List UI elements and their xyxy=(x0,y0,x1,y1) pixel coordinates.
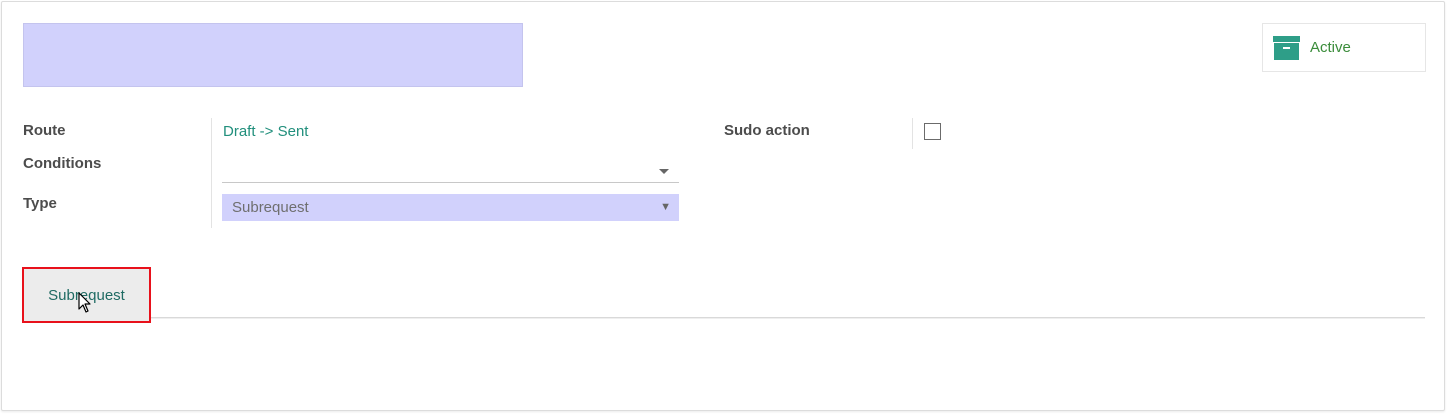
active-label: Active xyxy=(1310,39,1351,56)
route-label: Route xyxy=(23,122,66,139)
form-sheet: Active Route Conditions Type Draft -> Se… xyxy=(1,1,1445,411)
label-separator xyxy=(211,118,212,228)
tab-subrequest-label: Subrequest xyxy=(48,286,125,304)
conditions-select[interactable] xyxy=(222,156,679,183)
route-link[interactable]: Draft -> Sent xyxy=(223,123,308,140)
type-label: Type xyxy=(23,195,57,212)
type-value: Subrequest xyxy=(232,199,309,216)
name-field[interactable] xyxy=(23,23,523,87)
sudo-action-checkbox[interactable] xyxy=(924,123,941,140)
tab-divider xyxy=(23,317,1425,318)
sudo-action-label: Sudo action xyxy=(724,122,810,139)
sudo-separator xyxy=(912,118,913,149)
archive-box-icon xyxy=(1273,35,1300,60)
caret-down-icon xyxy=(659,169,669,174)
caret-down-icon: ▼ xyxy=(660,201,671,213)
active-toggle-button[interactable]: Active xyxy=(1262,23,1426,72)
type-select[interactable]: Subrequest ▼ xyxy=(222,194,679,221)
tab-subrequest[interactable]: Subrequest xyxy=(22,267,151,323)
conditions-label: Conditions xyxy=(23,155,102,172)
